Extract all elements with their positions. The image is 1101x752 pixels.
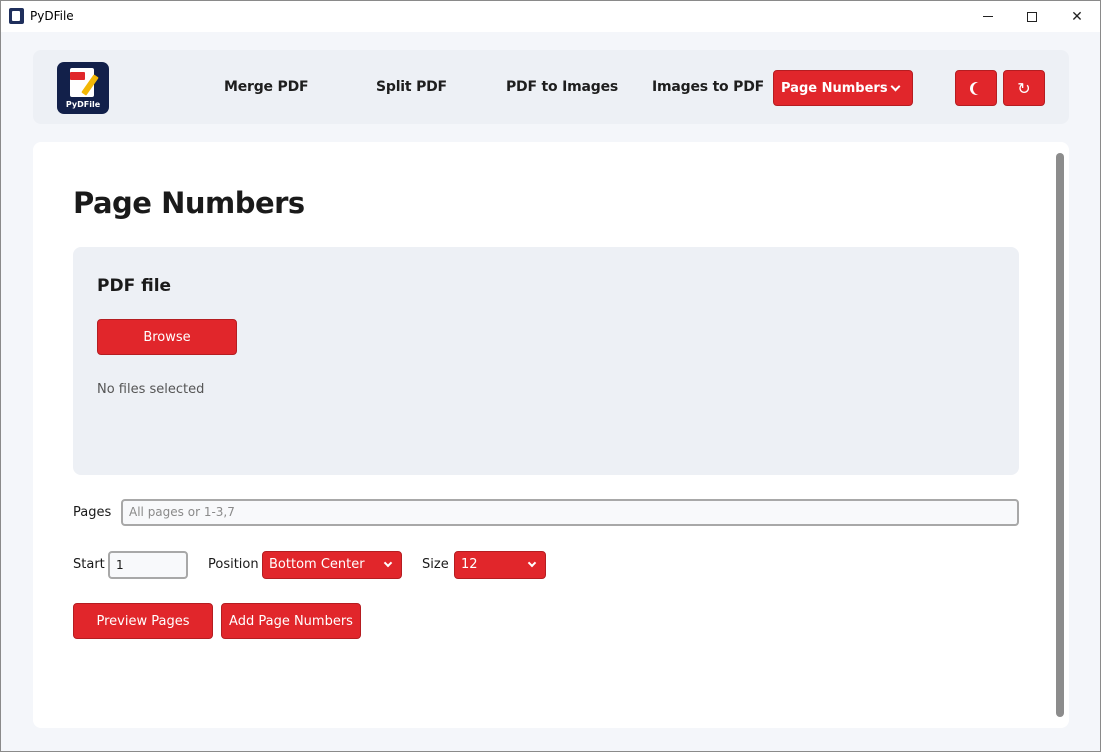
size-select-value: 12 [461, 557, 478, 572]
close-button[interactable]: ✕ [1054, 1, 1100, 32]
nav-images-to-pdf[interactable]: Images to PDF [652, 79, 764, 95]
minimize-button[interactable] [965, 1, 1011, 32]
position-select-value: Bottom Center [269, 557, 365, 572]
browse-button[interactable]: Browse [97, 319, 237, 355]
nav-merge-pdf[interactable]: Merge PDF [224, 79, 309, 95]
theme-toggle-button[interactable] [955, 70, 997, 106]
logo-text: PyDFile [65, 100, 101, 109]
app-icon [9, 8, 24, 24]
size-label: Size [422, 557, 449, 572]
chevron-down-icon [890, 81, 901, 92]
moon-icon [973, 82, 986, 95]
pages-input[interactable]: All pages or 1-3,7 [121, 499, 1019, 526]
reload-button[interactable]: ↻ [1003, 70, 1045, 106]
start-label: Start [73, 557, 105, 572]
file-status-text: No files selected [97, 382, 205, 397]
top-nav: PyDFile Merge PDF Split PDF PDF to Image… [33, 50, 1069, 124]
maximize-icon [1027, 11, 1037, 22]
maximize-button[interactable] [1009, 1, 1055, 32]
nav-split-pdf[interactable]: Split PDF [376, 79, 447, 95]
pdf-file-panel-title: PDF file [97, 276, 172, 296]
window-title: PyDFile [30, 9, 74, 23]
pages-label: Pages [73, 505, 112, 520]
app-logo[interactable]: PyDFile [57, 62, 109, 114]
chevron-down-icon [383, 558, 393, 568]
nav-pdf-to-images[interactable]: PDF to Images [506, 79, 618, 95]
vertical-scrollbar[interactable] [1056, 153, 1064, 717]
reload-icon: ↻ [1017, 78, 1031, 98]
page-title: Page Numbers [73, 186, 305, 220]
nav-tools-dropdown-value: Page Numbers [781, 81, 888, 96]
add-page-numbers-button[interactable]: Add Page Numbers [221, 603, 361, 639]
position-label: Position [208, 557, 259, 572]
nav-tools-dropdown[interactable]: Page Numbers [773, 70, 913, 106]
size-select[interactable]: 12 [454, 551, 546, 579]
close-icon: ✕ [1071, 8, 1083, 25]
title-bar: PyDFile ✕ [1, 1, 1100, 32]
pdf-file-panel: PDF file Browse No files selected [73, 247, 1019, 475]
start-number-input[interactable]: 1 [108, 551, 188, 579]
minimize-icon [983, 16, 993, 17]
app-window: PyDFile ✕ PyDFile Merge PDF Split PDF PD… [0, 0, 1101, 752]
logo-pdf-tag [70, 72, 85, 80]
preview-pages-button[interactable]: Preview Pages [73, 603, 213, 639]
position-select[interactable]: Bottom Center [262, 551, 402, 579]
chevron-down-icon [527, 558, 537, 568]
